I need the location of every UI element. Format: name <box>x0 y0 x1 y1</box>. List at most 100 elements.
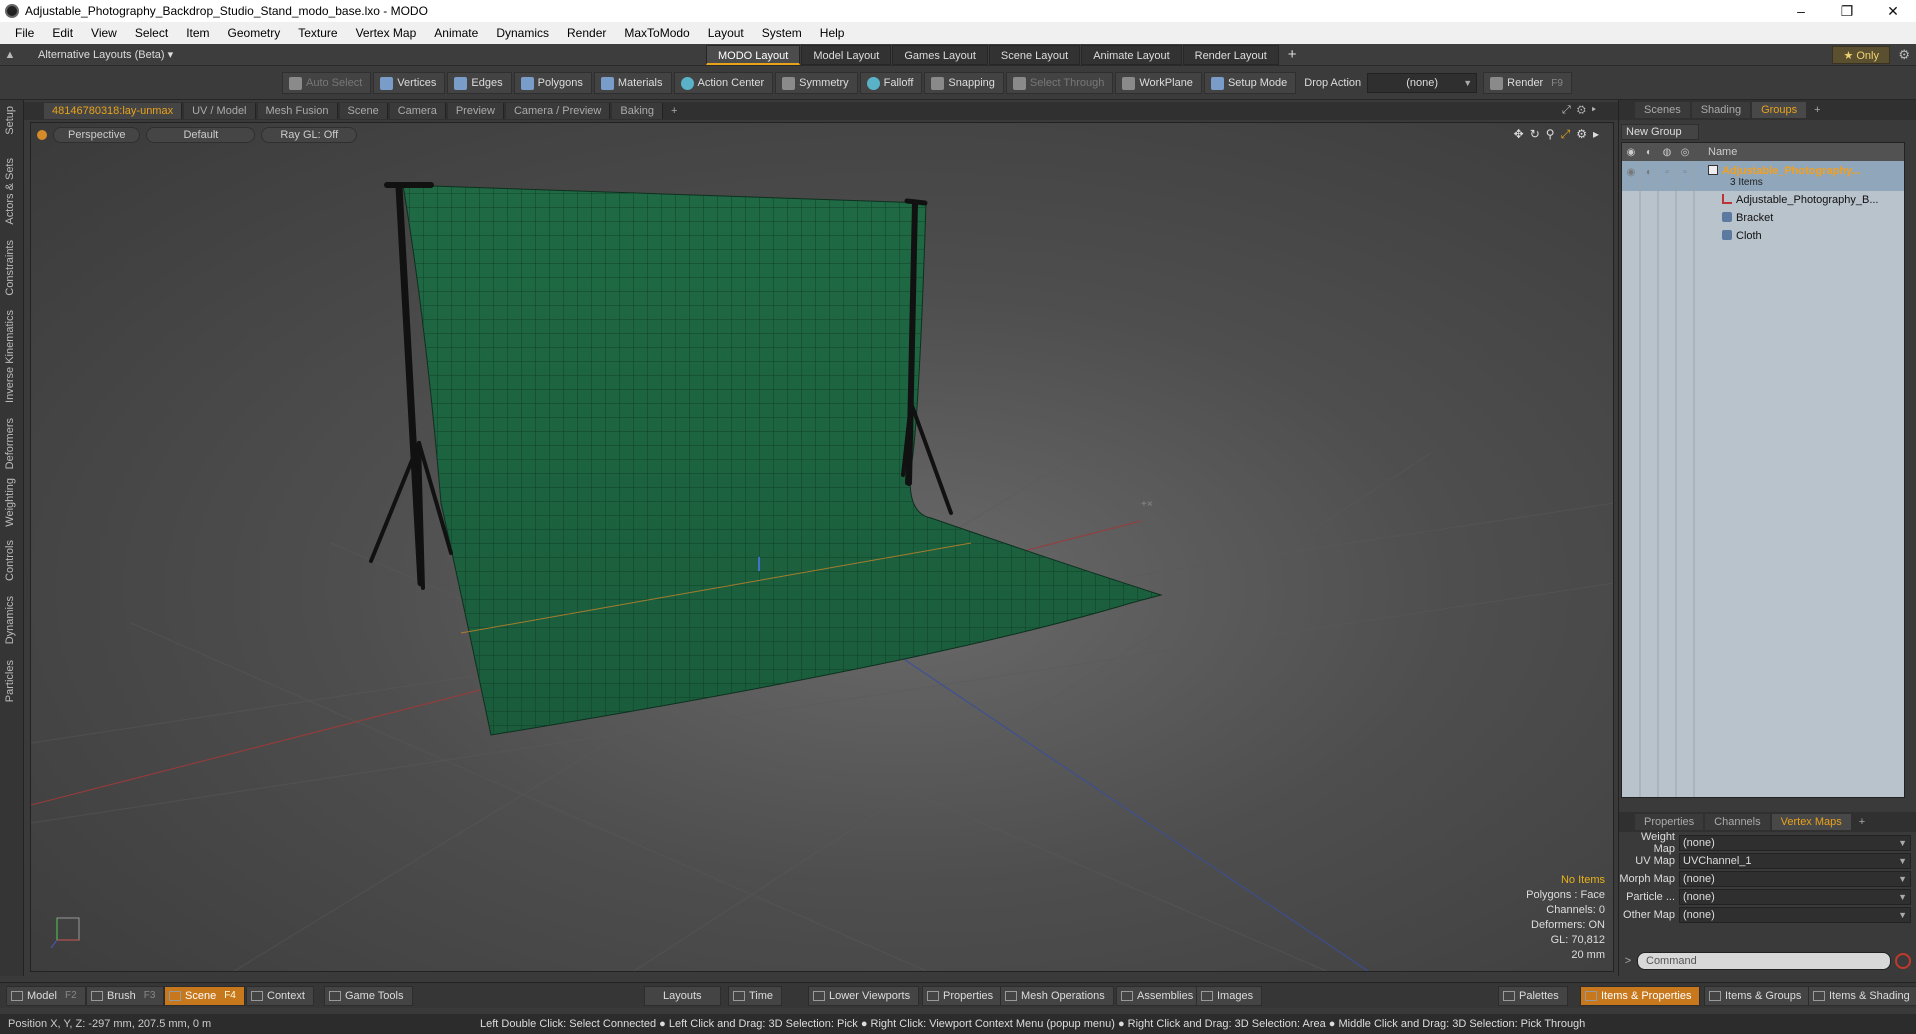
select-through-button[interactable]: Select Through <box>1005 72 1114 94</box>
tab-scenes[interactable]: Scenes <box>1635 102 1690 118</box>
render-button[interactable]: Render F9 <box>1483 72 1572 94</box>
morph-map-select[interactable]: (none) ▼ <box>1679 871 1911 887</box>
tab-animate-layout[interactable]: Animate Layout <box>1081 45 1182 65</box>
raygl-toggle[interactable]: Ray GL: Off <box>261 127 358 143</box>
vtab-constraints[interactable]: Constraints <box>4 240 16 296</box>
particle-map-select[interactable]: (none) ▼ <box>1679 889 1911 905</box>
vtab-dynamics[interactable]: Dynamics <box>4 596 16 644</box>
tab-camera[interactable]: Camera <box>389 103 446 119</box>
tab-scene-layout[interactable]: Scene Layout <box>988 45 1081 65</box>
layouts-button[interactable]: Layouts <box>644 986 721 1006</box>
add-viewport-tab-button[interactable]: + <box>665 105 683 117</box>
time-button[interactable]: Time <box>728 986 783 1006</box>
close-button[interactable]: ✕ <box>1870 0 1916 22</box>
zoom-icon[interactable]: ⚲ <box>1546 127 1555 142</box>
tab-shading[interactable]: Shading <box>1691 102 1751 118</box>
tab-camera-preview[interactable]: Camera / Preview <box>505 103 611 119</box>
tab-baking[interactable]: Baking <box>612 103 664 119</box>
vtab-weighting[interactable]: Weighting <box>4 478 16 527</box>
pan-icon[interactable]: ✥ <box>1514 127 1524 142</box>
menu-view[interactable]: View <box>82 26 126 40</box>
snapping-button[interactable]: Snapping <box>924 72 1004 94</box>
menu-item[interactable]: Item <box>177 26 218 40</box>
vtab-controls[interactable]: Controls <box>4 540 16 581</box>
tab-vertex-maps[interactable]: Vertex Maps <box>1771 814 1851 830</box>
alternative-layouts-dropdown[interactable]: Alternative Layouts (Beta) ▾ <box>20 48 185 61</box>
tab-uv-model[interactable]: UV / Model <box>184 103 256 119</box>
tab-channels[interactable]: Channels <box>1705 814 1770 830</box>
menu-animate[interactable]: Animate <box>425 26 487 40</box>
items-groups-button[interactable]: Items & Groups <box>1704 986 1811 1006</box>
add-properties-tab-button[interactable]: + <box>1853 816 1871 828</box>
menu-geometry[interactable]: Geometry <box>219 26 290 40</box>
tab-groups[interactable]: Groups <box>1752 102 1807 118</box>
expand-icon[interactable]: ▸ <box>1593 127 1599 142</box>
list-item[interactable]: Bracket <box>1622 209 1904 227</box>
lock-col-icon[interactable]: ◍ <box>1658 147 1676 158</box>
game-tools-button[interactable]: Game Tools <box>324 986 413 1006</box>
palettes-button[interactable]: Palettes <box>1498 986 1568 1006</box>
menu-texture[interactable]: Texture <box>289 26 346 40</box>
view-type-dropdown[interactable]: Perspective <box>53 127 141 143</box>
other-map-select[interactable]: (none) ▼ <box>1679 907 1911 923</box>
menu-render[interactable]: Render <box>558 26 615 40</box>
scene-button[interactable]: Scene F4 <box>164 986 245 1006</box>
add-layout-button[interactable]: + <box>1280 44 1305 66</box>
list-item[interactable]: Cloth <box>1622 227 1904 245</box>
menu-vertex-map[interactable]: Vertex Map <box>347 26 426 40</box>
menu-file[interactable]: File <box>6 26 43 40</box>
assemblies-button[interactable]: Assemblies <box>1116 986 1203 1006</box>
tab-scene[interactable]: Scene <box>339 103 388 119</box>
tab-lay-unmax[interactable]: 48146780318:lay-unmax <box>44 103 183 119</box>
menu-layout[interactable]: Layout <box>699 26 753 40</box>
command-input[interactable]: Command <box>1637 952 1891 970</box>
tab-preview[interactable]: Preview <box>447 103 504 119</box>
items-properties-button[interactable]: Items & Properties <box>1580 986 1701 1006</box>
tab-properties[interactable]: Properties <box>1635 814 1704 830</box>
viewport-tab-icons[interactable]: ⤢⚙▸ <box>1562 104 1602 117</box>
list-item[interactable]: Adjustable_Photography_B... <box>1622 191 1904 209</box>
tab-render-layout[interactable]: Render Layout <box>1182 45 1279 65</box>
properties-button[interactable]: Properties <box>922 986 1003 1006</box>
menu-system[interactable]: System <box>753 26 811 40</box>
action-center-button[interactable]: Action Center <box>673 72 774 94</box>
add-panel-tab-button[interactable]: + <box>1808 104 1826 116</box>
menu-dynamics[interactable]: Dynamics <box>487 26 558 40</box>
vtab-inverse-kinematics[interactable]: Inverse Kinematics <box>4 310 16 403</box>
workplane-button[interactable]: WorkPlane <box>1115 72 1202 94</box>
materials-button[interactable]: Materials <box>593 72 672 94</box>
rotate-icon[interactable]: ↻ <box>1530 127 1540 142</box>
setup-mode-button[interactable]: Setup Mode <box>1203 72 1297 94</box>
brush-button[interactable]: Brush F3 <box>86 986 165 1006</box>
select-col-icon[interactable]: ◎ <box>1676 147 1694 158</box>
visibility-col-icon[interactable]: ◉ <box>1622 147 1640 158</box>
3d-viewport[interactable]: +× Perspective Default Ray GL: Off ✥ ↻ ⚲… <box>30 122 1614 972</box>
images-button[interactable]: Images <box>1196 986 1263 1006</box>
menu-edit[interactable]: Edit <box>43 26 82 40</box>
vtab-setup[interactable]: Setup <box>4 106 16 135</box>
drop-action-select[interactable]: (none) ▼ <box>1367 73 1478 93</box>
vtab-deformers[interactable]: Deformers <box>4 418 16 469</box>
lower-viewports-button[interactable]: Lower Viewports <box>808 986 920 1006</box>
group-root-row[interactable]: ◉ ◐ ▫ ▫ Adjustable_Photography... 3 Items <box>1622 161 1904 191</box>
vertices-button[interactable]: Vertices <box>373 72 446 94</box>
weight-map-select[interactable]: (none) ▼ <box>1679 835 1911 851</box>
command-history-arrow-icon[interactable]: > <box>1619 955 1637 967</box>
auto-select-button[interactable]: Auto Select <box>282 72 372 94</box>
viewport-options-icon[interactable] <box>37 130 47 140</box>
shading-dropdown[interactable]: Default <box>146 127 256 143</box>
context-button[interactable]: Context <box>246 986 314 1006</box>
edges-button[interactable]: Edges <box>447 72 512 94</box>
new-group-button[interactable]: New Group <box>1621 124 1699 140</box>
falloff-button[interactable]: Falloff <box>859 72 923 94</box>
tab-model-layout[interactable]: Model Layout <box>801 45 892 65</box>
uv-map-select[interactable]: UVChannel_1 ▼ <box>1679 853 1911 869</box>
polygons-button[interactable]: Polygons <box>513 72 592 94</box>
viewport-gear-icon[interactable]: ⚙ <box>1576 127 1587 142</box>
tab-mesh-fusion[interactable]: Mesh Fusion <box>257 103 338 119</box>
menu-help[interactable]: Help <box>811 26 854 40</box>
minimize-button[interactable]: – <box>1778 0 1824 22</box>
symmetry-button[interactable]: Symmetry <box>775 72 858 94</box>
model-button[interactable]: Model F2 <box>6 986 86 1006</box>
menu-select[interactable]: Select <box>126 26 177 40</box>
